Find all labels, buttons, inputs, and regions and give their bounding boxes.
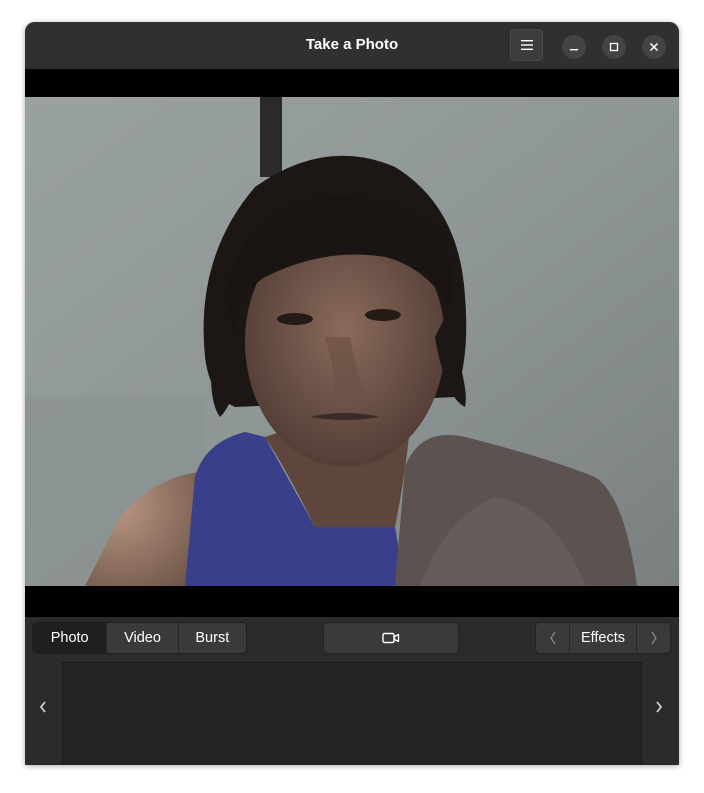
- minimize-button[interactable]: [562, 35, 586, 59]
- chevron-right-icon: [651, 631, 657, 645]
- capture-button[interactable]: [323, 622, 459, 654]
- photo-gallery: [25, 657, 679, 765]
- mode-switcher: Photo Video Burst: [32, 622, 247, 654]
- maximize-button[interactable]: [602, 35, 626, 59]
- camera-viewfinder: [25, 69, 679, 617]
- chevron-left-icon: [549, 631, 555, 645]
- menu-button[interactable]: [510, 29, 543, 61]
- chevron-right-icon: [656, 701, 663, 713]
- minimize-icon: [570, 49, 578, 51]
- close-button[interactable]: [642, 35, 666, 59]
- mode-burst-button[interactable]: Burst: [179, 623, 246, 653]
- effects-prev-button[interactable]: [536, 623, 570, 653]
- video-camera-icon: [382, 632, 400, 644]
- camera-preview-image: [25, 97, 679, 586]
- close-icon: [649, 42, 659, 52]
- thumbnail-strip[interactable]: [62, 662, 642, 765]
- effects-selector: Effects: [535, 622, 671, 654]
- mode-photo-button[interactable]: Photo: [33, 623, 108, 653]
- effects-next-button[interactable]: [636, 623, 670, 653]
- chevron-left-icon: [39, 701, 46, 713]
- gallery-prev-button[interactable]: [31, 687, 55, 727]
- toolbar: Photo Video Burst Effects: [25, 617, 679, 657]
- title-bar[interactable]: Take a Photo: [25, 22, 679, 69]
- mode-video-button[interactable]: Video: [107, 623, 179, 653]
- effects-button[interactable]: Effects: [570, 623, 636, 653]
- app-window: Take a Photo Photo Video Burst Effects: [25, 22, 679, 765]
- gallery-next-button[interactable]: [647, 687, 671, 727]
- hamburger-menu-icon: [520, 40, 533, 50]
- maximize-icon: [609, 42, 619, 52]
